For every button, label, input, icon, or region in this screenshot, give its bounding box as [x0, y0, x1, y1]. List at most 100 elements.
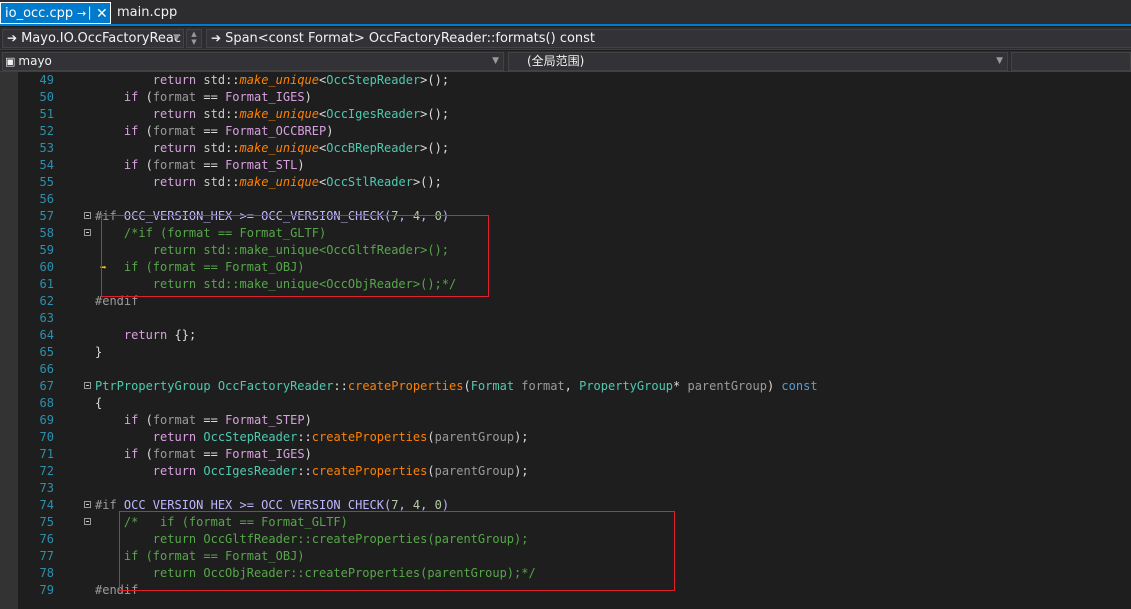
line-number: 59 [39, 243, 54, 257]
fold-toggle-icon[interactable] [84, 518, 91, 525]
code-text: if (format == Format_STEP) [123, 413, 312, 427]
fold-toggle-icon[interactable] [84, 229, 91, 236]
close-icon[interactable]: ✕ [96, 3, 108, 25]
project-combo[interactable]: ➔ Mayo.IO.OccFactoryReac ▼ [2, 29, 184, 48]
code-line[interactable]: 77 if (format == Format_OBJ) [0, 548, 1131, 565]
code-text: if (format == Format_IGES) [123, 447, 312, 461]
line-number: 65 [39, 345, 54, 359]
code-line[interactable]: 70 return OccStepReader::createPropertie… [0, 429, 1131, 446]
code-line[interactable]: 58 /*if (format == Format_GLTF) [0, 225, 1131, 242]
code-line[interactable]: 62 #endif [0, 293, 1131, 310]
code-line[interactable]: 56 [0, 191, 1131, 208]
global-scope-combo[interactable]: (全局范围) ▼ [508, 52, 1008, 71]
code-text: if (format == Format_OBJ) [95, 549, 305, 563]
global-scope-combo-value: (全局范围) [527, 54, 585, 68]
code-line[interactable]: 52 if (format == Format_OCCBREP) [0, 123, 1131, 140]
line-number: 50 [39, 90, 54, 104]
code-text: return OccIgesReader::createProperties(p… [152, 464, 529, 478]
code-text: } [95, 345, 103, 359]
code-editor[interactable]: 49 return std::make_unique<OccStepReader… [0, 72, 1131, 609]
line-number: 68 [39, 396, 54, 410]
line-number: 53 [39, 141, 54, 155]
code-line[interactable]: 63 [0, 310, 1131, 327]
code-line[interactable]: 75 /* if (format == Format_GLTF) [0, 514, 1131, 531]
code-line[interactable]: 64 return {}; [0, 327, 1131, 344]
chevron-down-icon: ▼ [996, 56, 1003, 66]
code-line[interactable]: 59 return std::make_unique<OccGltfReader… [0, 242, 1131, 259]
code-line[interactable]: 65} [0, 344, 1131, 361]
project-icon: ▣ [5, 55, 16, 68]
line-number: 70 [39, 430, 54, 444]
scope-combo[interactable]: ▣ mayo ▼ [2, 52, 504, 71]
code-line[interactable]: 74 #if OCC_VERSION_HEX >= OCC_VERSION_CHE… [0, 497, 1131, 514]
code-line[interactable]: 78 return OccObjReader::createProperties… [0, 565, 1131, 582]
code-text: return std::make_unique<OccStepReader>()… [152, 73, 450, 87]
code-line[interactable]: 69 if (format == Format_STEP) [0, 412, 1131, 429]
code-line[interactable]: 55 return std::make_unique<OccStlReader>… [0, 174, 1131, 191]
line-number: 76 [39, 532, 54, 546]
code-line[interactable]: 54 if (format == Format_STL) [0, 157, 1131, 174]
code-text: #endif [95, 583, 139, 597]
line-number: 62 [39, 294, 54, 308]
code-line[interactable]: 50 if (format == Format_IGES) [0, 89, 1131, 106]
line-number: 51 [39, 107, 54, 121]
line-number: 71 [39, 447, 54, 461]
code-line[interactable]: 51 return std::make_unique<OccIgesReader… [0, 106, 1131, 123]
code-text: return OccGltfReader::createProperties(p… [95, 532, 529, 546]
line-number: 74 [39, 498, 54, 512]
spin-button[interactable]: ▲ ▼ [186, 29, 202, 48]
code-text: return std::make_unique<OccObjReader>();… [95, 277, 457, 291]
code-line[interactable]: 73 [0, 480, 1131, 497]
line-number: 60 [39, 260, 54, 274]
code-text: /* if (format == Format_GLTF) [95, 515, 348, 529]
line-number: 55 [39, 175, 54, 189]
line-number: 79 [39, 583, 54, 597]
code-text: if (format == Format_IGES) [123, 90, 312, 104]
arrow-right-icon: ➔ [7, 31, 18, 45]
code-line[interactable]: 68 { [0, 395, 1131, 412]
fold-toggle-icon[interactable] [84, 212, 91, 219]
code-text: #endif [95, 294, 139, 308]
member-combo[interactable] [1011, 52, 1131, 71]
pin-icon[interactable]: →│ [77, 3, 93, 25]
code-line[interactable]: 76 return OccGltfReader::createPropertie… [0, 531, 1131, 548]
code-line[interactable]: 57 #if OCC_VERSION_HEX >= OCC_VERSION_CHE… [0, 208, 1131, 225]
line-number: 72 [39, 464, 54, 478]
line-number: 75 [39, 515, 54, 529]
tab-main-cpp[interactable]: main.cpp [117, 2, 177, 24]
scope-bar: ▣ mayo ▼ (全局范围) ▼ [0, 51, 1131, 72]
fold-toggle-icon[interactable] [84, 382, 91, 389]
code-line[interactable]: 53 return std::make_unique<OccBRepReader… [0, 140, 1131, 157]
tab-io-occ-cpp[interactable]: io_occ.cpp →│ ✕ [0, 2, 111, 24]
code-line[interactable]: 49 return std::make_unique<OccStepReader… [0, 72, 1131, 89]
code-text: return std::make_unique<OccBRepReader>()… [152, 141, 450, 155]
project-combo-value: Mayo.IO.OccFactoryReac [21, 31, 182, 46]
function-combo[interactable]: ➔ Span<const Format> OccFactoryReader::fo… [206, 29, 1131, 48]
navigation-bar: ➔ Mayo.IO.OccFactoryReac ▼ ▲ ▼ ➔ Span<const… [0, 27, 1131, 50]
code-line[interactable]: 66 [0, 361, 1131, 378]
code-text: { [95, 396, 103, 410]
code-text: #if OCC_VERSION_HEX >= OCC_VERSION_CHECK… [95, 498, 450, 512]
line-number: 58 [39, 226, 54, 240]
line-number: 52 [39, 124, 54, 138]
code-line[interactable]: 71 if (format == Format_IGES) [0, 446, 1131, 463]
line-number: 78 [39, 566, 54, 580]
code-line[interactable]: 79 #endif [0, 582, 1131, 599]
line-number: 63 [39, 311, 54, 325]
document-tab-bar: io_occ.cpp →│ ✕ main.cpp [0, 0, 1131, 26]
code-text: #if OCC_VERSION_HEX >= OCC_VERSION_CHECK… [95, 209, 450, 223]
code-line[interactable]: 61 return std::make_unique<OccObjReader>… [0, 276, 1131, 293]
code-text: return std::make_unique<OccStlReader>(); [152, 175, 442, 189]
code-text: if (format == Format_OBJ) [95, 260, 305, 274]
line-number: 66 [39, 362, 54, 376]
line-number: 57 [39, 209, 54, 223]
fold-toggle-icon[interactable] [84, 501, 91, 508]
code-line[interactable]: 72 return OccIgesReader::createPropertie… [0, 463, 1131, 480]
line-number: 67 [39, 379, 54, 393]
line-number: 73 [39, 481, 54, 495]
chevron-down-icon: ▼ [492, 56, 499, 66]
code-text: if (format == Format_OCCBREP) [123, 124, 334, 138]
code-line[interactable]: 60 ➡ if (format == Format_OBJ) [0, 259, 1131, 276]
code-line[interactable]: 67 PtrPropertyGroup OccFactoryReader::cre… [0, 378, 1131, 395]
function-combo-value: Span<const Format> OccFactoryReader::for… [225, 31, 596, 46]
